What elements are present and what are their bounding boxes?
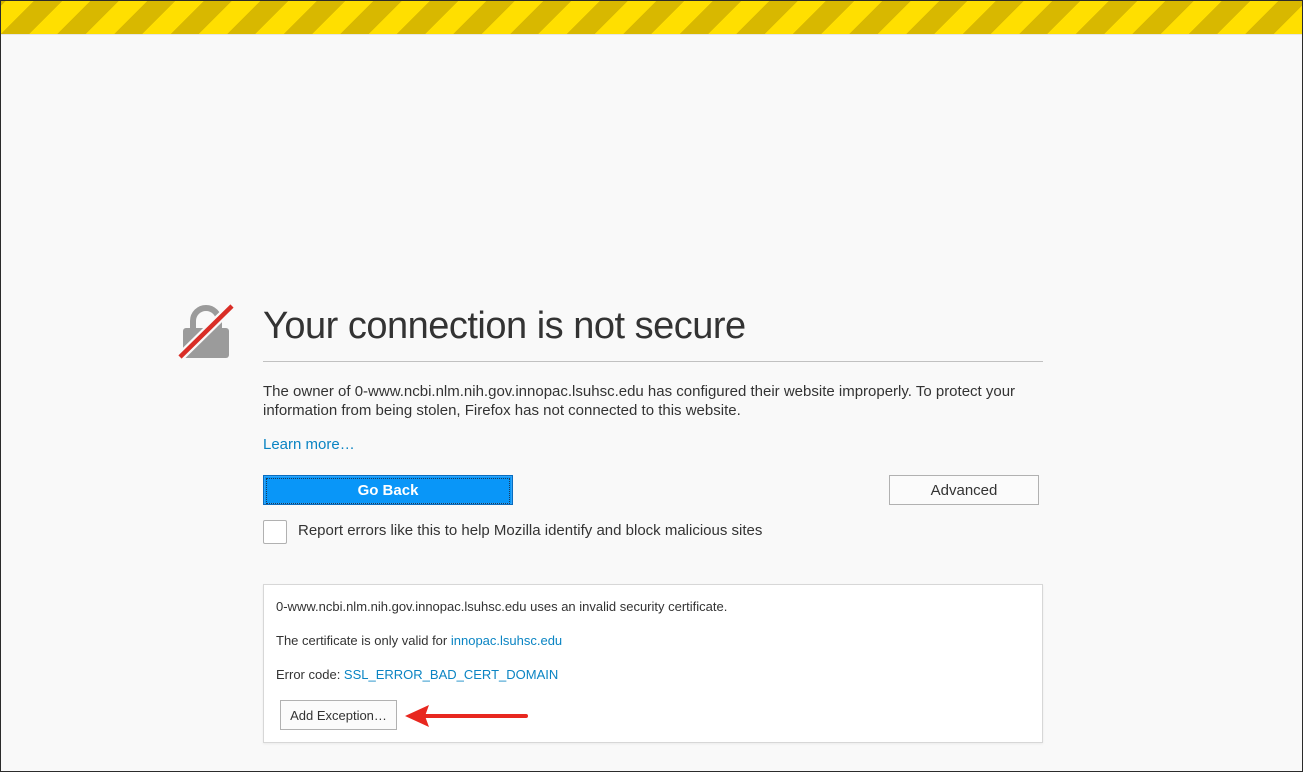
valid-domain-link[interactable]: innopac.lsuhsc.edu xyxy=(451,633,562,648)
valid-for-prefix: The certificate is only valid for xyxy=(276,633,451,648)
go-back-label: Go Back xyxy=(266,478,510,504)
title-divider xyxy=(263,361,1043,362)
warning-stripe xyxy=(1,1,1302,35)
error-code-line: Error code: SSL_ERROR_BAD_CERT_DOMAIN xyxy=(276,667,558,683)
advanced-details-panel: 0-www.ncbi.nlm.nih.gov.innopac.lsuhsc.ed… xyxy=(263,584,1043,743)
browser-page: Your connection is not secure The owner … xyxy=(0,0,1303,772)
add-exception-button[interactable]: Add Exception… xyxy=(280,700,397,730)
broken-lock-icon xyxy=(177,303,235,361)
advanced-button[interactable]: Advanced xyxy=(889,475,1039,505)
error-code-prefix: Error code: xyxy=(276,667,344,682)
error-code-link[interactable]: SSL_ERROR_BAD_CERT_DOMAIN xyxy=(344,667,558,682)
report-errors-label: Report errors like this to help Mozilla … xyxy=(298,522,763,539)
go-back-button[interactable]: Go Back xyxy=(263,475,513,505)
error-description: The owner of 0-www.ncbi.nlm.nih.gov.inno… xyxy=(263,383,1016,419)
learn-more-link[interactable]: Learn more… xyxy=(263,435,355,454)
annotation-arrow-icon xyxy=(405,705,528,727)
report-errors-checkbox[interactable] xyxy=(263,520,287,544)
invalid-certificate-text: 0-www.ncbi.nlm.nih.gov.innopac.lsuhsc.ed… xyxy=(276,599,728,614)
certificate-valid-for: The certificate is only valid for innopa… xyxy=(276,633,562,649)
page-title: Your connection is not secure xyxy=(263,305,746,347)
